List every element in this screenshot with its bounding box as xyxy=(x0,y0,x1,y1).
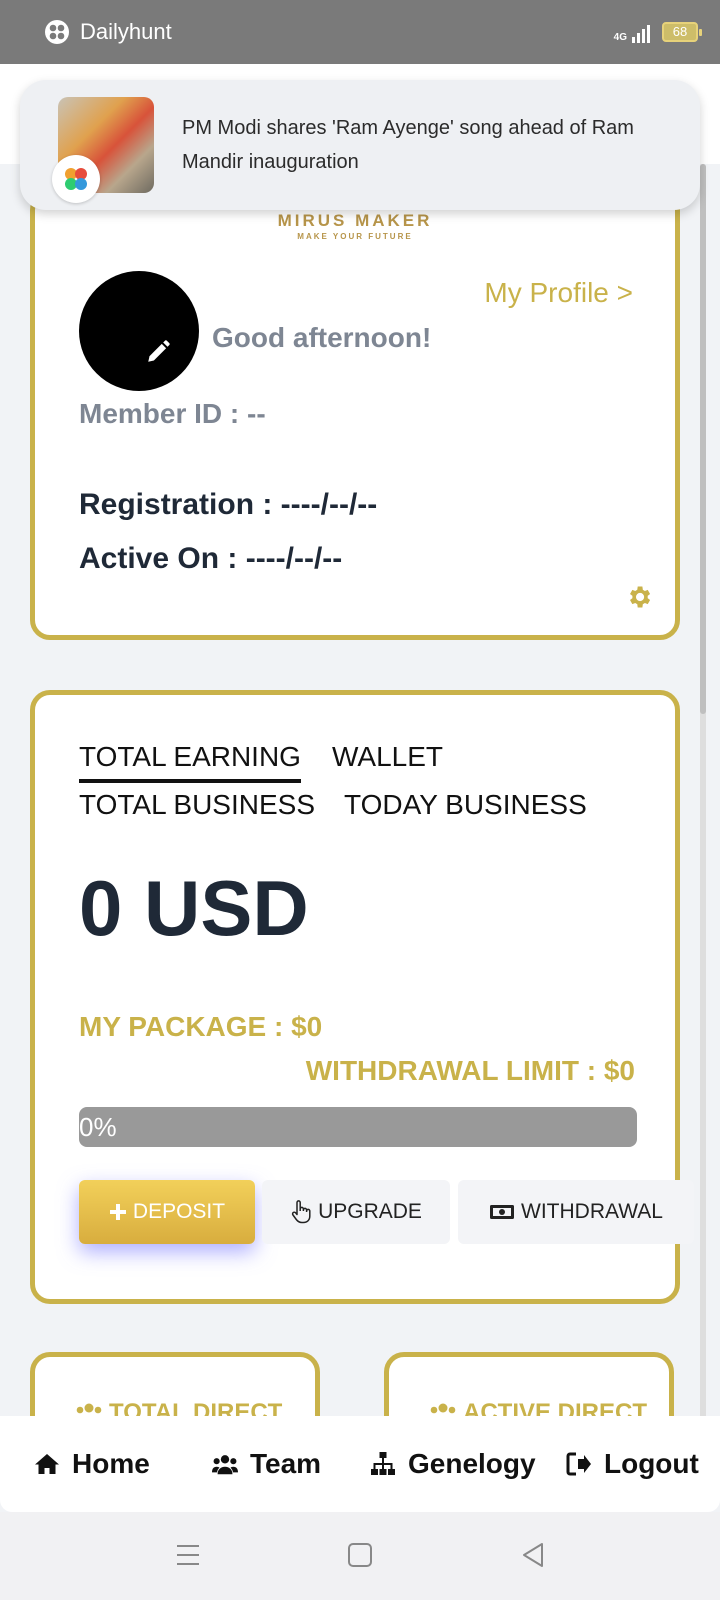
plus-icon xyxy=(109,1204,126,1220)
nav-logout[interactable]: Logout xyxy=(566,1448,699,1480)
notification-text: PM Modi shares 'Ram Ayenge' song ahead o… xyxy=(182,117,634,173)
dailyhunt-badge-icon xyxy=(52,155,100,203)
brand-logo: MIRUS MAKER MAKE YOUR FUTURE xyxy=(35,211,675,241)
status-bar: Dailyhunt 4G 68 xyxy=(0,0,720,64)
sitemap-icon xyxy=(371,1452,395,1475)
brand-tagline: MAKE YOUR FUTURE xyxy=(297,232,413,241)
upgrade-button[interactable]: UPGRADE xyxy=(262,1180,450,1244)
scrollbar-thumb[interactable] xyxy=(700,164,706,714)
gear-icon[interactable] xyxy=(625,583,653,611)
deposit-label: DEPOSIT xyxy=(132,1200,226,1223)
network-type: 4G xyxy=(613,32,627,43)
battery-level: 68 xyxy=(672,24,688,39)
nav-genelogy[interactable]: Genelogy xyxy=(370,1448,536,1480)
nav-home[interactable]: Home xyxy=(34,1448,150,1480)
progress-label: 0% xyxy=(79,1112,117,1142)
earning-card: TOTAL EARNING WALLET TOTAL BUSINESS TODA… xyxy=(30,690,694,1304)
battery-icon: 68 xyxy=(662,22,702,42)
my-profile-link[interactable]: My Profile > xyxy=(484,277,633,309)
upgrade-label: UPGRADE xyxy=(318,1200,422,1223)
package-value: MY PACKAGE : $0 xyxy=(79,1011,323,1042)
withdrawal-label: WITHDRAWAL xyxy=(521,1200,663,1223)
edit-pencil-icon[interactable] xyxy=(145,339,171,365)
nav-team-label: Team xyxy=(250,1448,322,1479)
withdrawal-button[interactable]: WITHDRAWAL xyxy=(458,1180,694,1244)
system-nav-bar xyxy=(0,1512,720,1600)
tab-total-business[interactable]: TOTAL BUSINESS xyxy=(79,789,315,827)
tab-today-business[interactable]: TODAY BUSINESS xyxy=(344,789,587,827)
dailyhunt-app-icon xyxy=(45,20,69,44)
active-on-date: Active On : ----/--/-- xyxy=(79,542,343,575)
status-app-name: Dailyhunt xyxy=(80,19,172,44)
tab-total-earning[interactable]: TOTAL EARNING xyxy=(79,741,301,783)
progress-bar: 0% xyxy=(79,1107,637,1147)
home-square-icon[interactable] xyxy=(345,1540,375,1570)
nav-genelogy-label: Genelogy xyxy=(408,1448,536,1479)
page-scrollbar[interactable] xyxy=(700,164,706,1504)
hand-pointer-icon xyxy=(291,1200,311,1224)
home-icon xyxy=(35,1454,59,1474)
registration-date: Registration : ----/--/-- xyxy=(79,488,378,521)
logout-icon xyxy=(566,1452,591,1476)
nav-home-label: Home xyxy=(72,1448,150,1479)
money-bill-icon xyxy=(490,1205,515,1219)
tab-wallet[interactable]: WALLET xyxy=(332,741,443,779)
greeting-text: Good afternoon! xyxy=(212,322,432,353)
signal-icon: 4G xyxy=(614,21,650,43)
nav-team[interactable]: Team xyxy=(212,1448,321,1480)
news-notification[interactable]: PM Modi shares 'Ram Ayenge' song ahead o… xyxy=(20,80,700,210)
earning-amount: 0 USD xyxy=(79,864,309,952)
deposit-button[interactable]: DEPOSIT xyxy=(79,1180,255,1244)
bottom-nav: Home Team Genelogy Logout xyxy=(0,1416,720,1512)
notification-thumbnail xyxy=(52,97,154,203)
avatar[interactable] xyxy=(79,271,199,391)
users-icon xyxy=(212,1455,238,1475)
brand-name: MIRUS MAKER xyxy=(277,211,433,230)
menu-icon[interactable] xyxy=(173,1540,203,1570)
member-id: Member ID : -- xyxy=(79,398,266,429)
nav-logout-label: Logout xyxy=(604,1448,699,1479)
withdrawal-limit: WITHDRAWAL LIMIT : $0 xyxy=(305,1055,635,1086)
back-icon[interactable] xyxy=(518,1540,548,1570)
profile-card: MIRUS MAKER MAKE YOUR FUTURE My Profile … xyxy=(30,190,680,640)
